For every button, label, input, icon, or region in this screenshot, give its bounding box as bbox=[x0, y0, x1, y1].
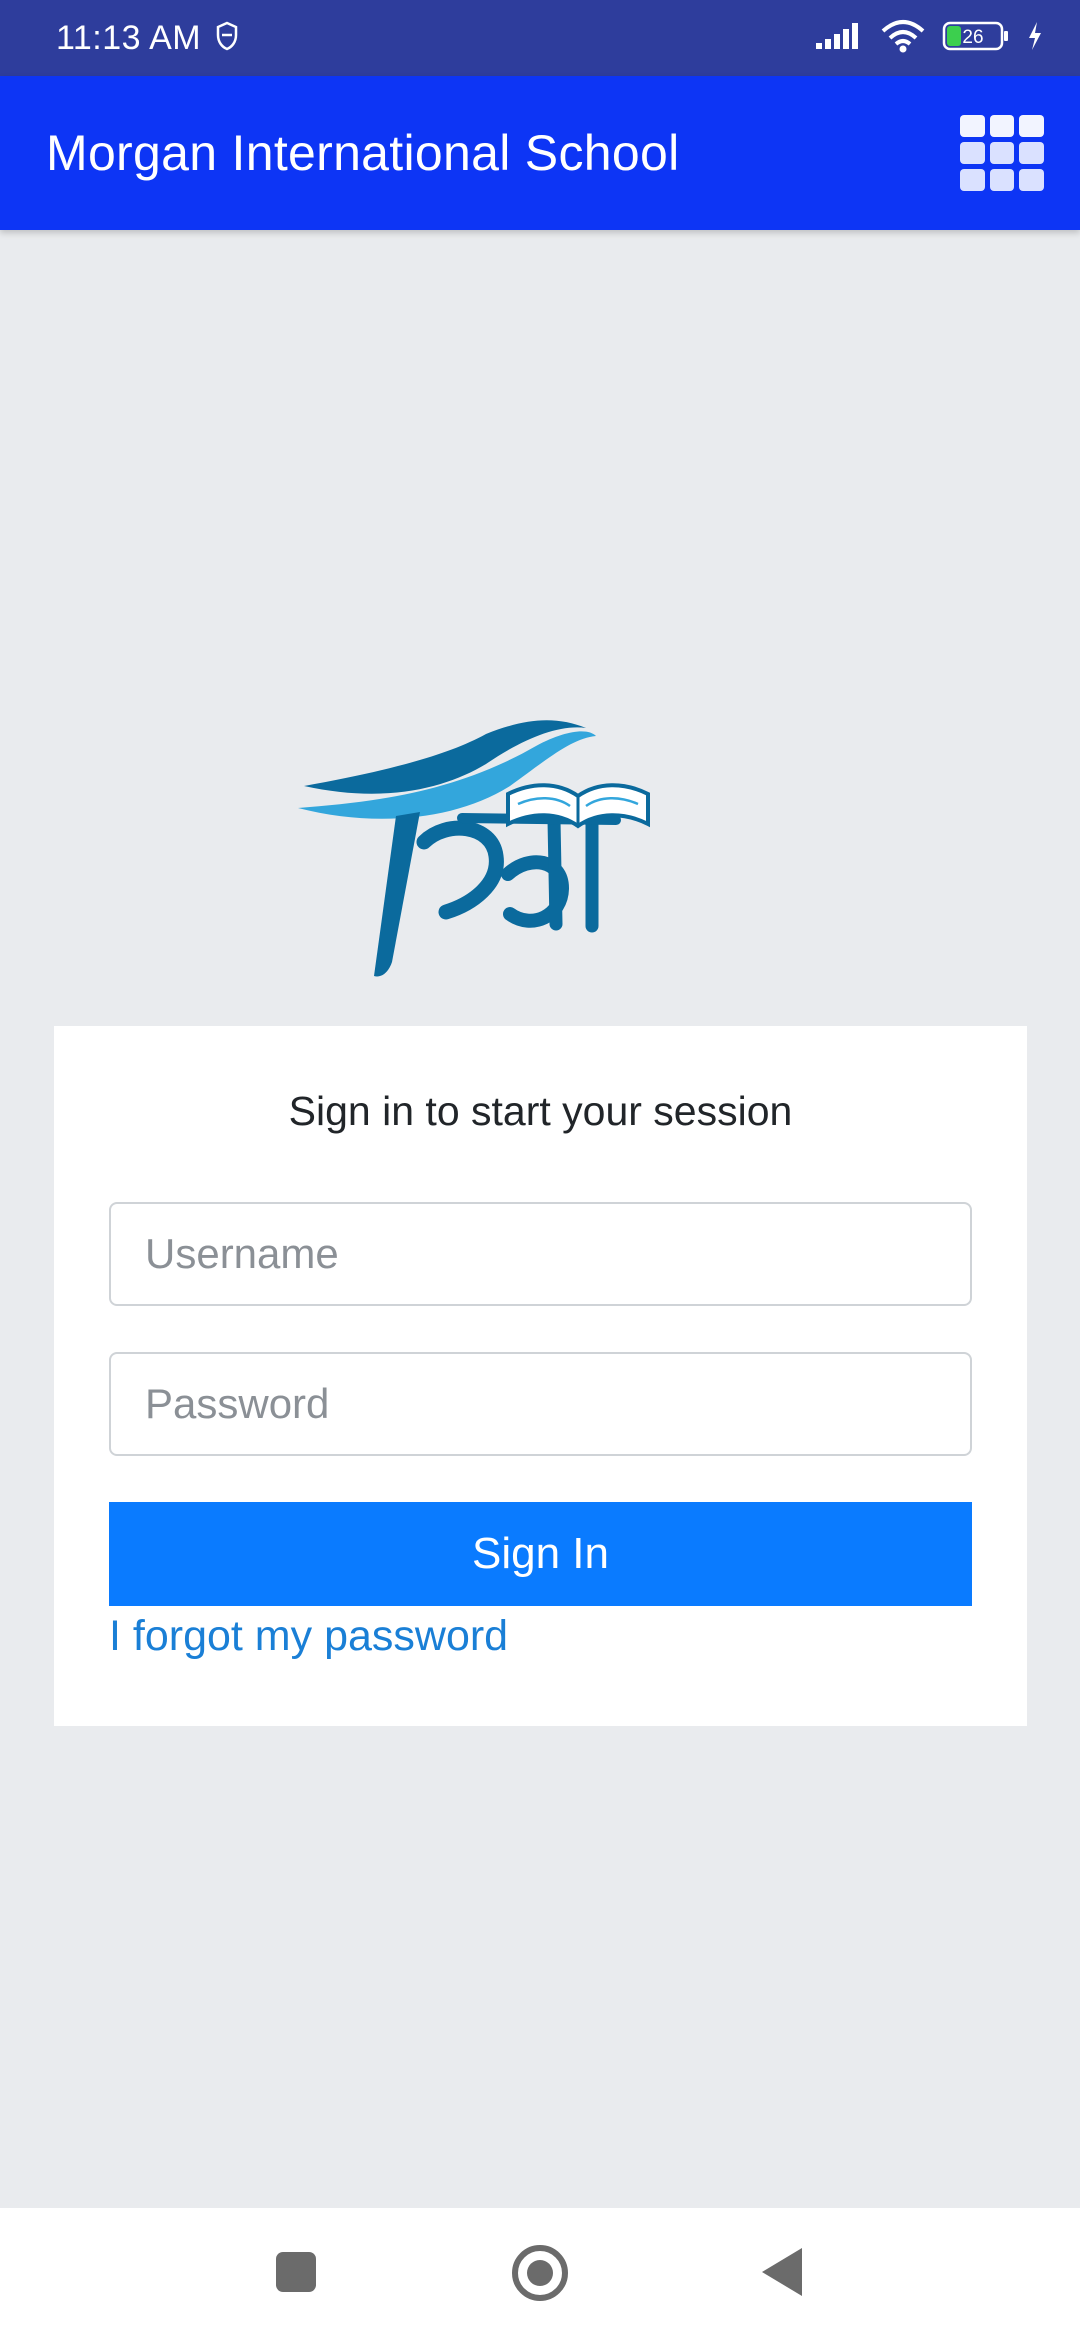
login-card: Sign in to start your session Sign In I … bbox=[54, 1026, 1027, 1726]
home-icon[interactable] bbox=[512, 2245, 568, 2301]
forgot-password-link[interactable]: I forgot my password bbox=[109, 1612, 508, 1661]
shiksha-logo-icon bbox=[296, 716, 752, 980]
login-message: Sign in to start your session bbox=[288, 1088, 793, 1134]
wifi-icon bbox=[880, 19, 926, 58]
battery-level: 26 bbox=[962, 27, 983, 48]
password-input[interactable] bbox=[109, 1352, 972, 1456]
grid-menu-icon[interactable] bbox=[960, 115, 1044, 191]
recents-icon[interactable] bbox=[276, 2252, 316, 2292]
back-icon[interactable] bbox=[762, 2248, 802, 2296]
charging-icon bbox=[1026, 21, 1044, 56]
status-time: 11:13 AM bbox=[56, 18, 202, 57]
shield-icon bbox=[215, 21, 239, 56]
status-left: 11:13 AM bbox=[56, 19, 239, 58]
app-title: Morgan International School bbox=[46, 125, 680, 181]
app-bar: Morgan International School bbox=[0, 76, 1080, 230]
screen: 11:13 AM 26 Morgan International School … bbox=[0, 0, 1080, 2340]
system-nav-bar bbox=[0, 2208, 1080, 2340]
status-bar: 11:13 AM 26 bbox=[0, 0, 1080, 76]
signal-icon bbox=[814, 21, 864, 56]
username-input[interactable] bbox=[109, 1202, 972, 1306]
sign-in-button[interactable]: Sign In bbox=[109, 1502, 972, 1606]
status-right: 26 bbox=[814, 19, 1044, 58]
battery-icon: 26 bbox=[942, 20, 1010, 57]
